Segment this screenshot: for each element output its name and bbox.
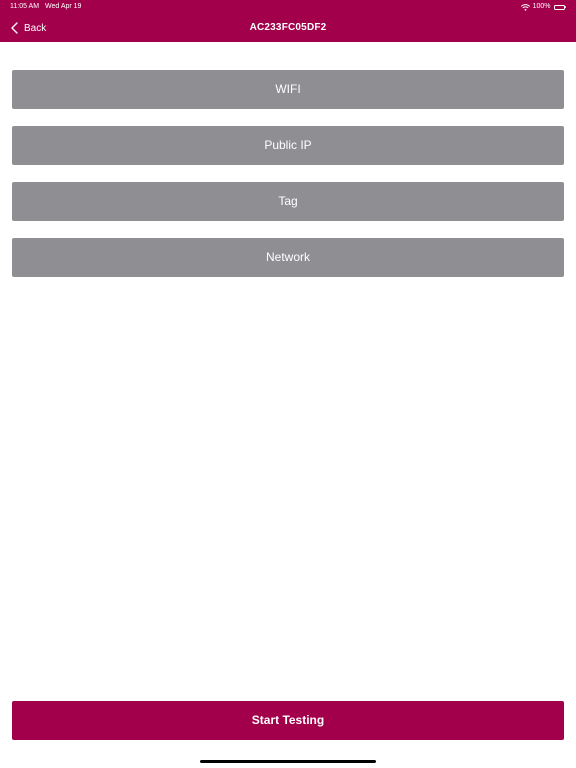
wifi-button[interactable]: WIFI <box>12 70 564 109</box>
navigation-bar: AC233FC05DF2 Back <box>0 14 576 42</box>
home-indicator <box>200 760 376 763</box>
status-date: Wed Apr 19 <box>45 3 82 10</box>
battery-icon <box>553 4 566 10</box>
back-button[interactable]: Back <box>11 14 46 42</box>
battery-percent: 100% <box>532 3 551 10</box>
status-time: 11:05 AM <box>10 3 40 10</box>
app-screen: 11:05 AM Wed Apr 19 100% AC233FC05DF2 Ba… <box>0 0 576 768</box>
chevron-left-icon <box>11 22 18 34</box>
option-list: WIFI Public IP Tag Network <box>12 70 564 294</box>
back-label: Back <box>24 22 47 34</box>
public-ip-button[interactable]: Public IP <box>12 126 564 165</box>
network-button[interactable]: Network <box>12 238 564 277</box>
page-title: AC233FC05DF2 <box>249 22 327 33</box>
start-testing-button[interactable]: Start Testing <box>12 701 564 740</box>
status-bar: 11:05 AM Wed Apr 19 100% <box>0 0 576 14</box>
header: 11:05 AM Wed Apr 19 100% AC233FC05DF2 Ba… <box>0 0 576 42</box>
status-indicators: 100% <box>520 0 566 14</box>
tag-button[interactable]: Tag <box>12 182 564 221</box>
wifi-icon <box>520 3 530 11</box>
